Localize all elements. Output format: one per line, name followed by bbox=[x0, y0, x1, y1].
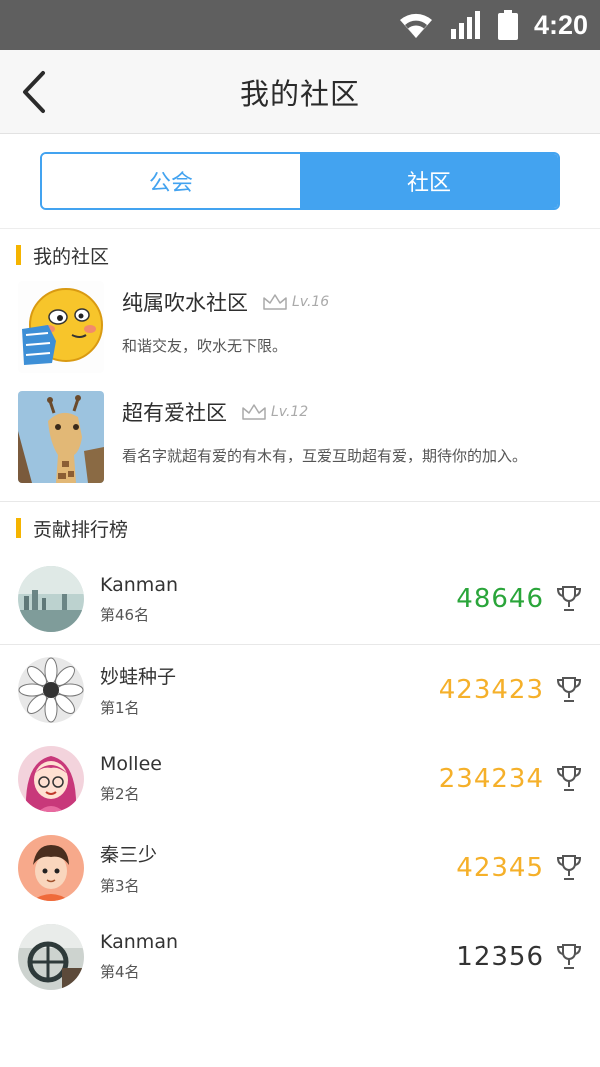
section-accent-bar bbox=[16, 518, 21, 538]
trophy-icon bbox=[556, 765, 582, 791]
tab-guild[interactable]: 公会 bbox=[42, 154, 300, 208]
segment-container: 公会 社区 bbox=[0, 134, 600, 229]
user-info: Kanman 第4名 bbox=[100, 931, 456, 982]
community-name: 纯属吹水社区 bbox=[122, 291, 248, 315]
nav-bar: 我的社区 bbox=[0, 50, 600, 134]
trophy-icon bbox=[556, 586, 582, 611]
status-time: 4:20 bbox=[533, 9, 588, 40]
user-name: 秦三少 bbox=[100, 843, 158, 866]
community-thumbnail bbox=[18, 281, 104, 373]
back-button[interactable] bbox=[14, 68, 54, 116]
avatar bbox=[18, 656, 84, 723]
user-score: 48646 bbox=[456, 584, 544, 614]
status-bar: 4:20 bbox=[0, 0, 600, 50]
avatar bbox=[18, 566, 84, 632]
community-level: Lv.16 bbox=[292, 294, 330, 310]
segmented-control: 公会 社区 bbox=[40, 152, 560, 210]
wifi-icon bbox=[399, 13, 432, 38]
user-score: 423423 bbox=[438, 674, 544, 705]
community-description: 看名字就超有爱的有木有，互爱互助超有爱，期待你的加入。 bbox=[122, 447, 528, 465]
user-position: 第2名 bbox=[100, 785, 140, 803]
user-name: Kanman bbox=[100, 573, 179, 596]
user-info: Mollee 第2名 bbox=[100, 753, 439, 804]
chevron-left-icon bbox=[23, 71, 45, 113]
avatar bbox=[18, 923, 84, 990]
community-item[interactable]: 纯属吹水社区 Lv.16 和谐交友，吹水无下限。 bbox=[0, 281, 600, 391]
trophy-icon bbox=[556, 854, 582, 880]
signal-icon bbox=[450, 11, 480, 39]
user-position: 第4名 bbox=[100, 963, 140, 981]
user-position: 第1名 bbox=[100, 698, 140, 717]
trophy-icon bbox=[556, 943, 582, 969]
ranking-header: 贡献排行榜 bbox=[0, 502, 600, 554]
my-community-header: 我的社区 bbox=[0, 229, 600, 281]
level-badge: Lv.16 bbox=[262, 293, 329, 311]
emoji-face-icon bbox=[18, 281, 104, 373]
my-rank-row[interactable]: Kanman 第46名 48646 bbox=[0, 554, 600, 644]
rank-row[interactable]: Kanman 第4名 12356 bbox=[0, 912, 600, 1001]
avatar bbox=[18, 745, 84, 812]
tab-community[interactable]: 社区 bbox=[300, 154, 558, 208]
avatar-city-icon bbox=[18, 566, 84, 632]
trophy-icon bbox=[556, 676, 582, 702]
community-thumbnail bbox=[18, 391, 104, 483]
user-score: 12356 bbox=[456, 941, 544, 972]
rank-row[interactable]: 妙蛙种子 第1名 423423 bbox=[0, 645, 600, 734]
battery-icon bbox=[497, 10, 518, 40]
rank-row[interactable]: 秦三少 第3名 42345 bbox=[0, 823, 600, 912]
user-name: Mollee bbox=[100, 753, 162, 775]
community-info: 超有爱社区 Lv.12 看名字就超有爱的有木有，互爱互助超有爱，期待你的加入。 bbox=[122, 391, 582, 466]
avatar-car-icon bbox=[18, 923, 84, 990]
user-info: 秦三少 第3名 bbox=[100, 840, 456, 896]
section-accent-bar bbox=[16, 245, 21, 265]
user-name: Kanman bbox=[100, 931, 179, 953]
crown-icon bbox=[242, 404, 266, 420]
community-item[interactable]: 超有爱社区 Lv.12 看名字就超有爱的有木有，互爱互助超有爱，期待你的加入。 bbox=[0, 391, 600, 501]
avatar bbox=[18, 834, 84, 901]
giraffe-photo-icon bbox=[18, 391, 104, 483]
avatar-girl-icon bbox=[18, 745, 84, 812]
section-title: 贡献排行榜 bbox=[33, 518, 129, 541]
user-position: 第46名 bbox=[100, 605, 150, 624]
user-name: 妙蛙种子 bbox=[100, 665, 177, 688]
community-info: 纯属吹水社区 Lv.16 和谐交友，吹水无下限。 bbox=[122, 281, 582, 356]
rank-row[interactable]: Mollee 第2名 234234 bbox=[0, 734, 600, 823]
community-level: Lv.12 bbox=[271, 404, 309, 420]
avatar-boy-icon bbox=[18, 834, 84, 901]
user-score: 42345 bbox=[456, 852, 544, 883]
community-title-row: 超有爱社区 Lv.12 bbox=[122, 397, 582, 427]
page-title: 我的社区 bbox=[239, 76, 360, 111]
community-name: 超有爱社区 bbox=[122, 401, 227, 425]
level-badge: Lv.12 bbox=[241, 403, 308, 421]
user-info: Kanman 第46名 bbox=[100, 574, 456, 625]
section-title: 我的社区 bbox=[33, 245, 110, 268]
crown-icon bbox=[263, 294, 287, 310]
user-position: 第3名 bbox=[100, 876, 140, 895]
community-title-row: 纯属吹水社区 Lv.16 bbox=[122, 287, 582, 317]
community-description: 和谐交友，吹水无下限。 bbox=[122, 337, 288, 355]
user-info: 妙蛙种子 第1名 bbox=[100, 662, 439, 718]
avatar-flower-icon bbox=[18, 656, 84, 723]
user-score: 234234 bbox=[438, 763, 544, 794]
